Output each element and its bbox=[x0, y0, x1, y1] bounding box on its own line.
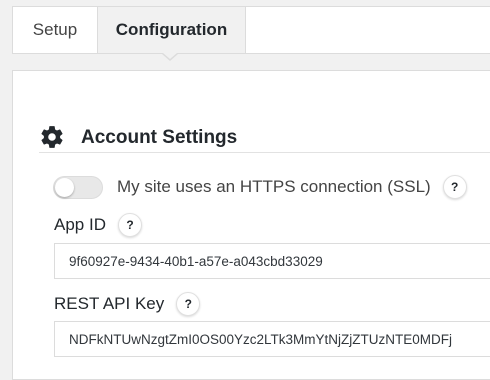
rest-api-key-input[interactable] bbox=[54, 321, 490, 357]
rest-api-key-help-icon[interactable]: ? bbox=[176, 292, 201, 316]
ssl-label: My site uses an HTTPS connection (SSL) bbox=[117, 177, 431, 196]
tab-setup[interactable]: Setup bbox=[13, 7, 97, 53]
rest-api-key-label-row: REST API Key ? bbox=[54, 292, 201, 316]
ssl-toggle[interactable] bbox=[53, 175, 103, 199]
app-id-help-icon[interactable]: ? bbox=[117, 213, 142, 237]
active-tab-indicator bbox=[162, 53, 178, 61]
ssl-help-icon[interactable]: ? bbox=[442, 175, 467, 199]
app-id-label: App ID bbox=[54, 215, 106, 234]
app-id-input[interactable] bbox=[54, 243, 490, 279]
tab-bar: Setup Configuration bbox=[12, 6, 490, 54]
gear-icon bbox=[41, 125, 63, 148]
toggle-knob bbox=[55, 177, 74, 197]
section-header: Account Settings bbox=[39, 123, 490, 153]
rest-api-key-label: REST API Key bbox=[54, 294, 165, 313]
tab-configuration[interactable]: Configuration bbox=[97, 7, 246, 53]
app-id-label-row: App ID ? bbox=[54, 213, 142, 237]
section-title: Account Settings bbox=[81, 126, 238, 148]
ssl-row: My site uses an HTTPS connection (SSL) ? bbox=[53, 172, 467, 202]
settings-panel: Account Settings My site uses an HTTPS c… bbox=[12, 70, 490, 380]
